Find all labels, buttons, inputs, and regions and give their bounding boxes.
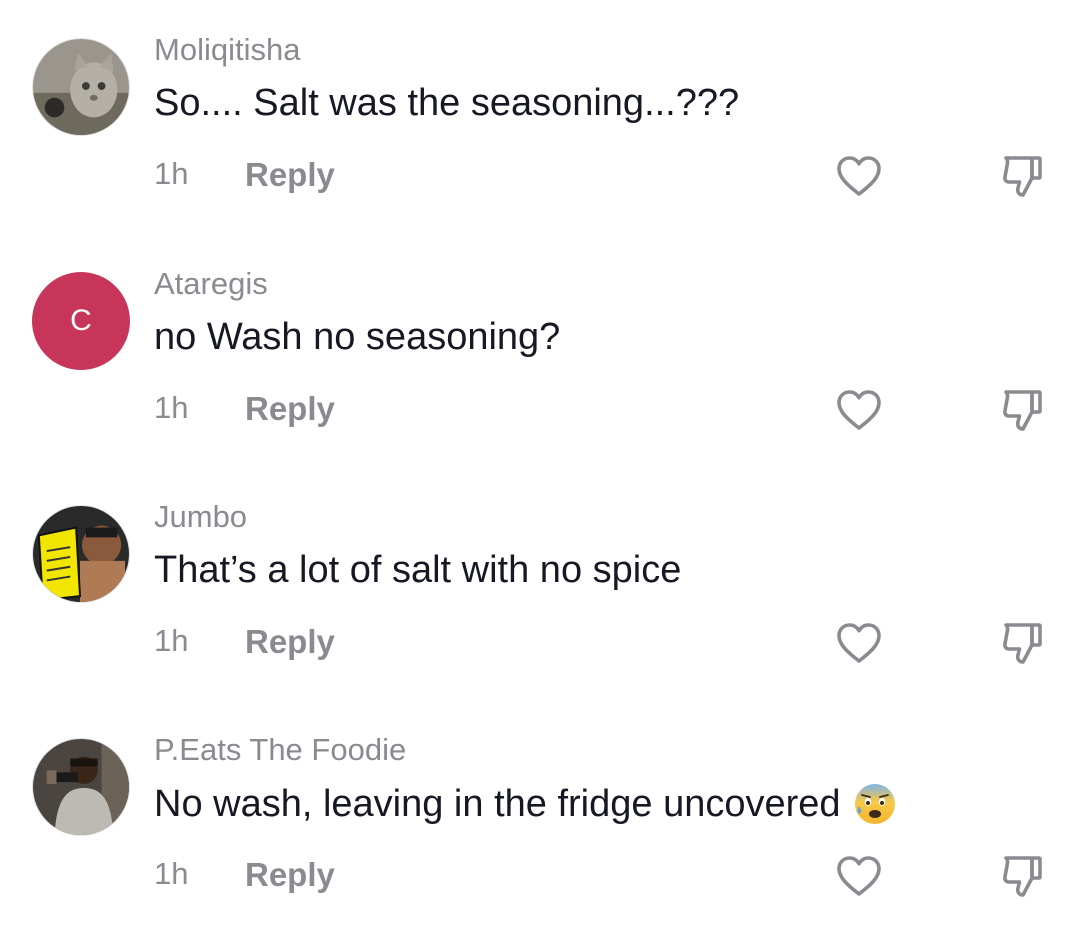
avatar[interactable]: C	[32, 272, 130, 370]
thumbs-down-outline-icon[interactable]	[998, 851, 1046, 899]
heart-outline-icon[interactable]	[836, 855, 882, 897]
avatar[interactable]	[32, 738, 130, 836]
thumbs-down-outline-icon[interactable]	[998, 151, 1046, 199]
comment-text: So.... Salt was the seasoning...???	[154, 82, 739, 125]
cat-avatar-image	[33, 39, 129, 135]
avatar-letter: C	[70, 304, 92, 337]
comment-text-content: no Wash no seasoning?	[154, 316, 561, 358]
thumbs-down-outline-icon[interactable]	[998, 618, 1046, 666]
comment-username[interactable]: Ataregis	[154, 266, 268, 302]
avatar[interactable]	[32, 505, 130, 603]
thumbs-down-outline-icon[interactable]	[998, 385, 1046, 433]
comment-item: P.Eats The Foodie No wash, leaving in th…	[0, 700, 1080, 934]
comment-text: That’s a lot of salt with no spice	[154, 549, 681, 592]
heart-outline-icon[interactable]	[836, 155, 882, 197]
comment-timestamp: 1h	[154, 856, 189, 891]
comment-timestamp: 1h	[154, 390, 189, 425]
comment-text-content: That’s a lot of salt with no spice	[154, 549, 682, 591]
reply-button[interactable]: Reply	[245, 390, 335, 428]
reply-button[interactable]: Reply	[245, 623, 335, 661]
reply-button[interactable]: Reply	[245, 156, 335, 194]
letter-avatar: C	[32, 272, 130, 370]
comment-text-content: No wash, leaving in the fridge uncovered	[154, 782, 841, 825]
comment-timestamp: 1h	[154, 156, 189, 191]
avatar[interactable]	[32, 38, 130, 136]
person-avatar-image	[33, 739, 129, 835]
cartoon-avatar-image	[33, 506, 129, 602]
comment-text: no Wash no seasoning?	[154, 316, 560, 359]
comment-item: Moliqitisha So.... Salt was the seasonin…	[0, 0, 1080, 234]
comment-username[interactable]: P.Eats The Foodie	[154, 732, 406, 768]
comment-item: C Ataregis no Wash no seasoning? 1h Repl…	[0, 234, 1080, 468]
comment-text-content: So.... Salt was the seasoning...???	[154, 82, 740, 124]
comment-text: No wash, leaving in the fridge uncovered	[154, 782, 897, 826]
reply-button[interactable]: Reply	[245, 856, 335, 894]
heart-outline-icon[interactable]	[836, 622, 882, 664]
comment-item: Jumbo That’s a lot of salt with no spice…	[0, 467, 1080, 701]
anxious-face-with-sweat-icon	[854, 784, 895, 824]
heart-outline-icon[interactable]	[836, 389, 882, 431]
comment-username[interactable]: Moliqitisha	[154, 32, 300, 68]
comment-timestamp: 1h	[154, 623, 189, 658]
comment-username[interactable]: Jumbo	[154, 499, 247, 535]
